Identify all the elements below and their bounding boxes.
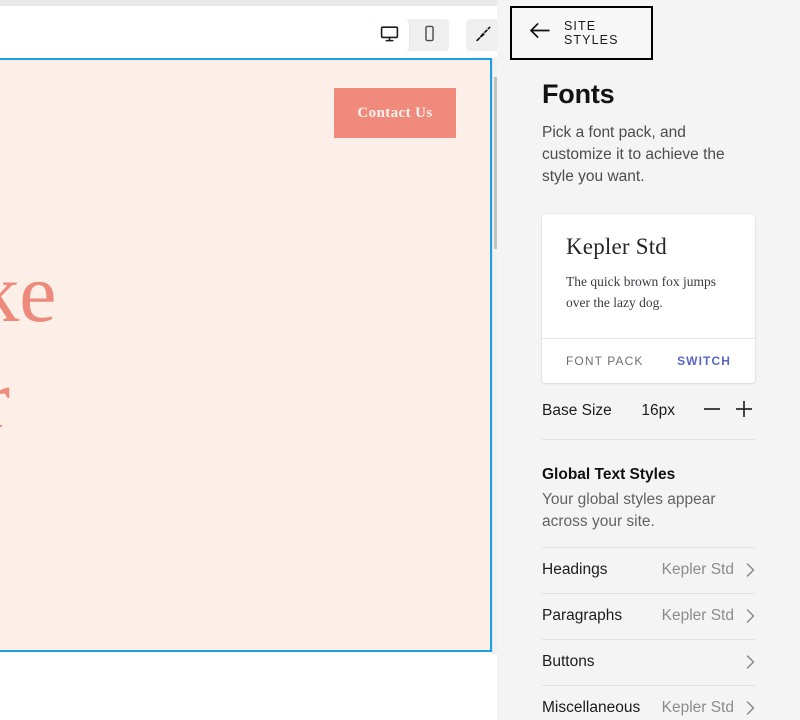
style-row-label: Miscellaneous xyxy=(542,699,641,717)
mobile-view-button[interactable] xyxy=(409,19,449,51)
editor-area: ake ur y Contact Us xyxy=(0,0,497,720)
desktop-view-button[interactable] xyxy=(369,19,409,51)
site-preview-wrapper: ake ur y Contact Us xyxy=(0,58,497,654)
style-row-buttons[interactable]: Buttons xyxy=(542,640,755,686)
base-size-decrement-button[interactable] xyxy=(701,400,723,422)
chevron-right-icon xyxy=(746,655,755,670)
panel-content: Fonts Pick a font pack, and customize it… xyxy=(497,60,800,720)
style-row-label: Headings xyxy=(542,561,608,579)
global-text-styles-description: Your global styles appear across your si… xyxy=(542,490,716,530)
desktop-icon xyxy=(380,24,399,46)
mobile-icon xyxy=(421,25,438,45)
base-size-increment-button[interactable] xyxy=(733,400,755,422)
style-row-miscellaneous[interactable]: Miscellaneous Kepler Std xyxy=(542,686,755,720)
minus-icon xyxy=(703,400,721,421)
contact-us-button[interactable]: Contact Us xyxy=(334,88,456,138)
paintbrush-icon xyxy=(473,24,493,47)
site-styles-panel: SITE STYLES Fonts Pick a font pack, and … xyxy=(497,0,800,720)
site-preview-canvas[interactable]: ake ur y Contact Us xyxy=(0,58,492,652)
font-pack-footer-label: FONT PACK xyxy=(566,353,644,368)
font-pack-footer: FONT PACK SWITCH xyxy=(542,337,755,383)
font-pack-sample-text: The quick brown fox jumps over the lazy … xyxy=(566,274,716,310)
chevron-right-icon xyxy=(746,563,755,578)
chevron-right-icon xyxy=(746,701,755,716)
editor-toolbar xyxy=(0,6,497,58)
back-button-label: SITE STYLES xyxy=(564,19,619,47)
site-styles-editor: ake ur y Contact Us S xyxy=(0,0,800,720)
base-size-value: 16px xyxy=(641,401,675,419)
global-text-styles-heading: Global Text Styles xyxy=(542,465,676,483)
style-row-paragraphs[interactable]: Paragraphs Kepler Std xyxy=(542,594,755,640)
device-toggle-group xyxy=(369,19,449,51)
style-row-label: Buttons xyxy=(542,653,595,671)
base-size-row: Base Size 16px xyxy=(542,383,755,440)
arrow-left-icon xyxy=(529,23,550,43)
plus-icon xyxy=(735,400,753,421)
base-size-label: Base Size xyxy=(542,401,612,419)
hero-headline-line-1: ake xyxy=(0,247,57,340)
style-row-value: Kepler Std xyxy=(661,699,734,717)
font-pack-preview: Kepler Std The quick brown fox jumps ove… xyxy=(542,214,755,338)
style-row-value: Kepler Std xyxy=(661,561,734,579)
style-brush-button[interactable] xyxy=(466,19,497,51)
global-text-styles-list: Headings Kepler Std Paragraphs Kepler St… xyxy=(542,546,755,720)
font-pack-name: Kepler Std xyxy=(566,234,668,259)
font-pack-card[interactable]: Kepler Std The quick brown fox jumps ove… xyxy=(542,214,755,383)
back-to-site-styles-button[interactable]: SITE STYLES xyxy=(510,6,653,60)
hero-headline-line-2: ur xyxy=(0,358,10,442)
style-row-label: Paragraphs xyxy=(542,607,623,625)
style-row-headings[interactable]: Headings Kepler Std xyxy=(542,548,755,594)
switch-font-pack-button[interactable]: SWITCH xyxy=(677,354,731,368)
chevron-right-icon xyxy=(746,609,755,624)
page-title: Fonts xyxy=(542,79,615,109)
editor-lower-area xyxy=(0,654,497,720)
page-description: Pick a font pack, and customize it to ac… xyxy=(542,124,725,185)
style-row-value: Kepler Std xyxy=(661,607,734,625)
